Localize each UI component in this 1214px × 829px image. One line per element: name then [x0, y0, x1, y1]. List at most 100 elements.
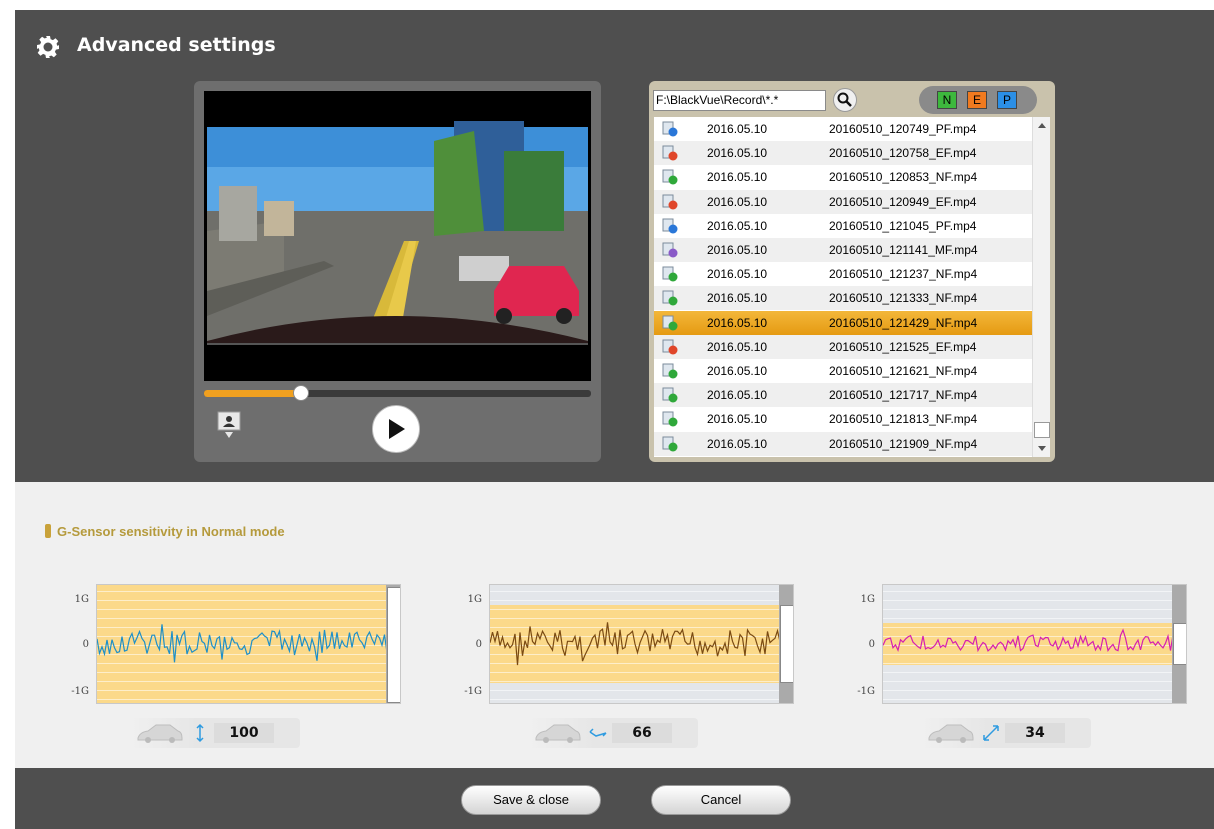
car-icon: [535, 724, 581, 743]
file-date: 2016.05.10: [707, 146, 768, 161]
filter-event-button[interactable]: E: [967, 91, 987, 109]
playback-progress-bar[interactable]: [204, 385, 591, 401]
file-name: 20160510_120758_EF.mp4: [829, 146, 977, 161]
search-button[interactable]: [833, 88, 857, 112]
file-name: 20160510_120853_NF.mp4: [829, 170, 978, 185]
file-type-icon: [662, 411, 678, 427]
scroll-up-arrow[interactable]: [1038, 123, 1046, 128]
file-row[interactable]: 2016.05.10 20160510_121813_NF.mp4: [654, 407, 1032, 431]
axis-label-mid: 0: [868, 639, 875, 650]
slider-thumb[interactable]: [1173, 623, 1186, 665]
file-name: 20160510_120949_EF.mp4: [829, 194, 977, 209]
axis-label-mid: 0: [82, 639, 89, 650]
sensitivity-graph-horizontal: 1G 0 -1G: [448, 584, 794, 704]
file-type-icon: [662, 387, 678, 403]
car-icon: [137, 724, 183, 743]
waveform-line: [883, 628, 1173, 653]
file-row[interactable]: 2016.05.10 20160510_121717_NF.mp4: [654, 383, 1032, 408]
file-date: 2016.05.10: [707, 122, 768, 136]
waveform: [97, 624, 387, 663]
file-row[interactable]: 2016.05.10 20160510_120949_EF.mp4: [654, 189, 1032, 214]
page-title: Advanced settings: [77, 34, 276, 56]
sensitivity-graph-diagonal: 1G 0 -1G: [841, 584, 1187, 704]
footer: Save & close Cancel: [15, 768, 1214, 829]
car-icon: [928, 724, 974, 743]
diagonal-arrow-icon: [983, 725, 999, 741]
file-type-icon: [662, 436, 678, 452]
sensitivity-value: 34: [1005, 723, 1065, 743]
waveform-line: [490, 622, 780, 666]
file-date: 2016.05.10: [707, 339, 768, 354]
file-date: 2016.05.10: [707, 170, 768, 185]
play-icon: [389, 419, 405, 439]
axis-label-top: 1G: [467, 594, 482, 605]
file-row[interactable]: 2016.05.10 20160510_121333_NF.mp4: [654, 286, 1032, 311]
waveform: [883, 628, 1173, 653]
path-field[interactable]: F:\BlackVue\Record\*.*: [653, 90, 826, 111]
file-row[interactable]: 2016.05.10 20160510_120853_NF.mp4: [654, 165, 1032, 189]
file-type-icon: [662, 218, 678, 234]
file-row[interactable]: 2016.05.10 20160510_120749_PF.mp4: [654, 117, 1032, 141]
filter-group: N E P: [919, 86, 1037, 114]
progress-thumb[interactable]: [292, 385, 309, 401]
file-type-icon: [662, 266, 678, 282]
snapshot-icon[interactable]: [217, 411, 241, 439]
file-list: 2016.05.10 20160510_120749_PF.mp4 2016.05.…: [654, 117, 1032, 457]
sensitivity-value-horizontal: 66: [528, 718, 698, 748]
file-row[interactable]: 2016.05.10 20160510_121525_EF.mp4: [654, 334, 1032, 359]
axis-label-mid: 0: [475, 639, 482, 650]
file-name: 20160510_121717_NF.mp4: [829, 388, 978, 403]
scroll-down-arrow[interactable]: [1038, 446, 1046, 451]
file-type-icon: [662, 121, 678, 137]
file-name: 20160510_120749_PF.mp4: [829, 122, 977, 136]
filter-parking-button[interactable]: P: [997, 91, 1017, 109]
file-type-icon: [662, 145, 678, 161]
cancel-button[interactable]: Cancel: [651, 785, 791, 815]
file-date: 2016.05.10: [707, 218, 768, 233]
graph-plot: [489, 584, 794, 704]
slider-thumb[interactable]: [780, 605, 793, 683]
play-button[interactable]: [372, 405, 420, 453]
file-type-icon: [662, 363, 678, 379]
file-name: 20160510_121525_EF.mp4: [829, 339, 977, 354]
gear-icon: [37, 36, 59, 58]
file-row[interactable]: 2016.05.10 20160510_121621_NF.mp4: [654, 359, 1032, 383]
file-date: 2016.05.10: [707, 412, 768, 427]
file-type-icon: [662, 242, 678, 258]
scroll-thumb[interactable]: [1034, 422, 1050, 438]
horizontal-arrow-icon: [589, 728, 607, 737]
sensitivity-panel: G-Sensor sensitivity in Normal mode 1G 0 -…: [15, 482, 1214, 768]
video-screen[interactable]: [204, 91, 591, 381]
file-date: 2016.05.10: [707, 267, 768, 282]
sensitivity-slider[interactable]: [779, 585, 793, 703]
waveform-line: [97, 624, 387, 663]
vertical-arrow-icon: [196, 723, 204, 743]
file-row[interactable]: 2016.05.10 20160510_121429_NF.mp4: [654, 310, 1032, 335]
filter-normal-button[interactable]: N: [937, 91, 957, 109]
file-row[interactable]: 2016.05.10 20160510_121045_PF.mp4: [654, 214, 1032, 238]
file-list-scrollbar[interactable]: [1032, 117, 1050, 457]
video-player: [194, 81, 601, 462]
progress-fill: [204, 390, 301, 397]
sensitivity-slider[interactable]: [1172, 585, 1186, 703]
file-type-icon: [662, 194, 678, 210]
file-name: 20160510_121045_PF.mp4: [829, 218, 977, 233]
file-row[interactable]: 2016.05.10 20160510_121237_NF.mp4: [654, 262, 1032, 286]
axis-label-bottom: -1G: [71, 686, 89, 697]
advanced-settings-window: Advanced settings F:\BlackVue\Record\*.*…: [15, 10, 1214, 829]
save-close-button[interactable]: Save & close: [461, 785, 601, 815]
sensitivity-value: 66: [612, 723, 672, 743]
file-name: 20160510_121141_MF.mp4: [829, 243, 978, 257]
graph-plot: [882, 584, 1187, 704]
file-name: 20160510_121813_NF.mp4: [829, 412, 978, 427]
file-name: 20160510_121237_NF.mp4: [829, 267, 978, 282]
file-type-icon: [662, 290, 678, 306]
sensitivity-slider[interactable]: [386, 585, 400, 703]
file-row[interactable]: 2016.05.10 20160510_121141_MF.mp4: [654, 238, 1032, 262]
file-row[interactable]: 2016.05.10 20160510_121909_NF.mp4: [654, 431, 1032, 456]
file-row[interactable]: 2016.05.10 20160510_120758_EF.mp4: [654, 141, 1032, 166]
file-type-icon: [662, 315, 678, 331]
file-type-icon: [662, 169, 678, 185]
axis-label-top: 1G: [74, 594, 89, 605]
slider-thumb[interactable]: [387, 587, 400, 703]
